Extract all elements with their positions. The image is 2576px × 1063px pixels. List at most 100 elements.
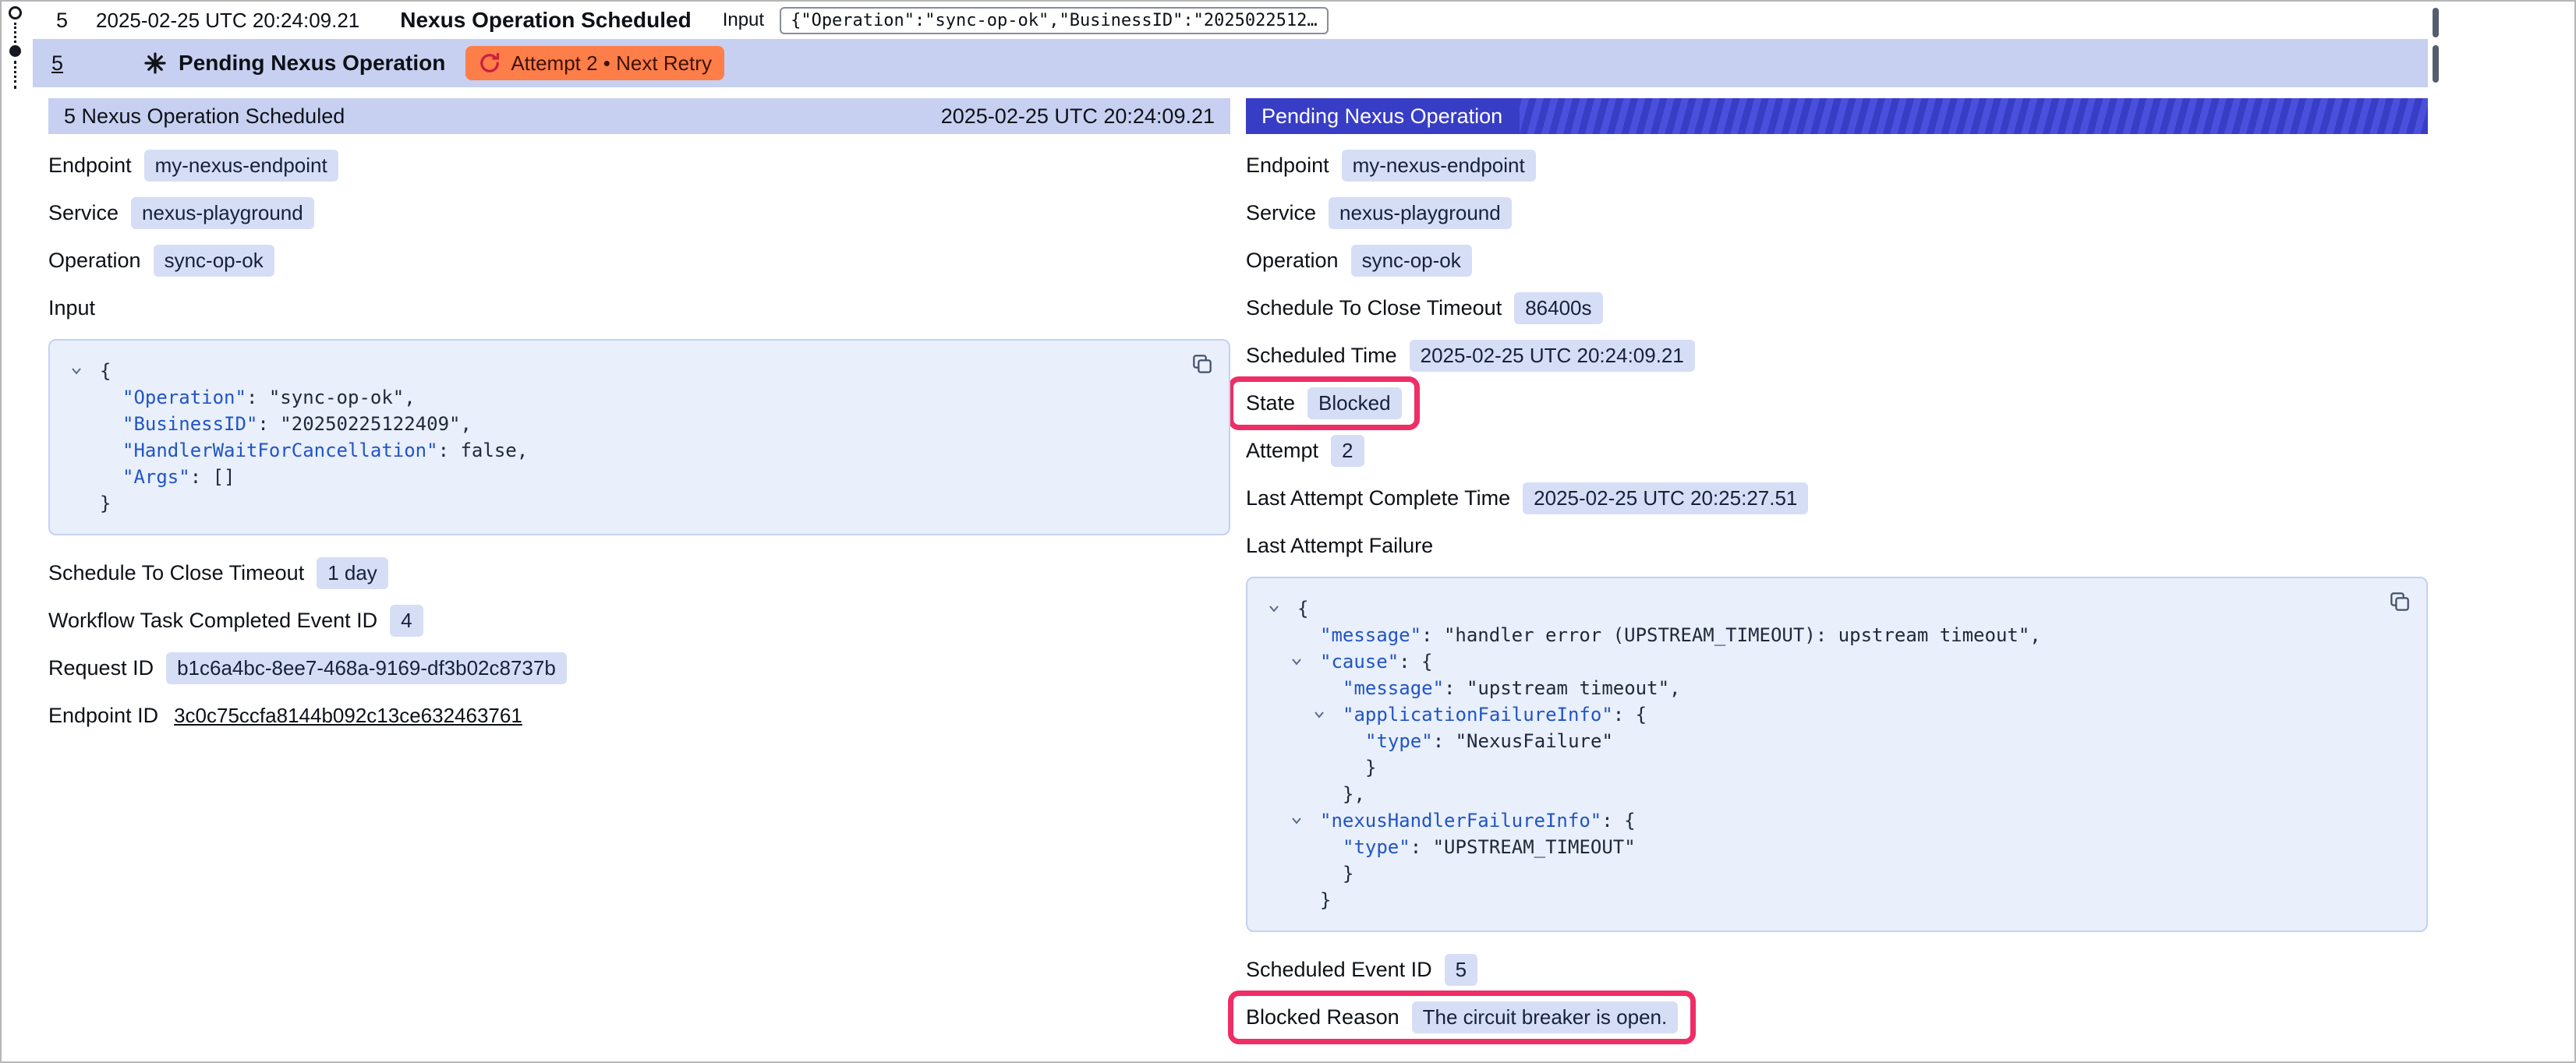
field-label: State <box>1246 391 1295 415</box>
json-line: } <box>64 490 1210 517</box>
json-line-text: } <box>100 493 111 514</box>
field-label: Blocked Reason <box>1246 1005 1399 1029</box>
field-value-badge: my-nexus-endpoint <box>144 150 338 182</box>
scheduled-panel-timestamp: 2025-02-25 UTC 20:24:09.21 <box>941 104 1215 129</box>
field-value-badge: sync-op-ok <box>154 245 274 277</box>
field-label: Endpoint <box>48 154 132 178</box>
json-line-text: "HandlerWaitForCancellation": false, <box>122 440 528 461</box>
field-label: Schedule To Close Timeout <box>1246 296 1502 320</box>
field-value-badge: 2025-02-25 UTC 20:25:27.51 <box>1523 482 1808 514</box>
json-line-text: "applicationFailureInfo": { <box>1343 704 1647 726</box>
collapse-chevron-icon[interactable] <box>69 363 84 379</box>
pending-panel-title: Pending Nexus Operation <box>1246 98 1520 134</box>
field-row: Endpoint my-nexus-endpoint <box>1246 150 2428 182</box>
field-row-blocked-reason: Blocked Reason The circuit breaker is op… <box>1246 1001 2428 1033</box>
json-line: "cause": { <box>1261 648 2408 675</box>
failure-section-label-row: Last Attempt Failure <box>1246 530 2428 561</box>
event-name: Nexus Operation Scheduled <box>400 8 691 33</box>
field-label: Attempt <box>1246 439 1318 463</box>
json-line-text: } <box>1320 889 1331 911</box>
json-line-text: }, <box>1343 783 1365 805</box>
field-value-badge: 4 <box>390 605 423 637</box>
timeline-event-node-icon[interactable] <box>9 45 21 57</box>
field-value-badge: nexus-playground <box>131 197 314 229</box>
event-detail-panels: 5 Nexus Operation Scheduled 2025-02-25 U… <box>48 98 2428 1049</box>
input-json-viewer: {"Operation": "sync-op-ok","BusinessID":… <box>48 339 1230 535</box>
field-row: Operation sync-op-ok <box>1246 245 2428 277</box>
json-line: "nexusHandlerFailureInfo": { <box>1261 807 2408 834</box>
json-line-text: "BusinessID": "20250225122409", <box>122 413 472 435</box>
field-label: Service <box>1246 201 1316 225</box>
timeline-start-node-icon[interactable] <box>9 6 22 19</box>
json-line: { <box>1261 595 2408 622</box>
json-line: "Args": [] <box>64 464 1210 490</box>
json-line-text: "cause": { <box>1320 651 1433 673</box>
input-label: Input <box>723 9 764 31</box>
field-row: Request ID b1c6a4bc-8ee7-468a-9169-df3b0… <box>48 652 1230 684</box>
field-label: Request ID <box>48 656 154 680</box>
json-line-text: { <box>1297 598 1308 620</box>
blocked-reason-badge: The circuit breaker is open. <box>1412 1001 1679 1033</box>
timeline-connector <box>14 61 16 89</box>
collapse-chevron-icon[interactable] <box>1311 707 1327 722</box>
scheduled-panel: 5 Nexus Operation Scheduled 2025-02-25 U… <box>48 98 1230 747</box>
field-row: Service nexus-playground <box>1246 197 2428 229</box>
event-row-scheduled[interactable]: 5 2025-02-25 UTC 20:24:09.21 Nexus Opera… <box>33 2 2574 39</box>
nexus-asterisk-icon <box>143 51 168 76</box>
field-value-badge: sync-op-ok <box>1351 245 1472 277</box>
json-line-text: "nexusHandlerFailureInfo": { <box>1320 810 1636 832</box>
input-preview-chip[interactable]: {"Operation":"sync-op-ok","BusinessID":"… <box>780 7 1329 34</box>
blocked-reason-highlight-annotation: Blocked Reason The circuit breaker is op… <box>1228 991 1696 1044</box>
field-row: Endpoint my-nexus-endpoint <box>48 150 1230 182</box>
json-line-text: { <box>100 360 111 382</box>
field-row: Schedule To Close Timeout 86400s <box>1246 292 2428 324</box>
field-value-badge: 2025-02-25 UTC 20:24:09.21 <box>1410 340 1695 372</box>
state-badge: Blocked <box>1307 387 1402 419</box>
field-row-endpoint-id: Endpoint ID 3c0c75ccfa8144b092c13ce63246… <box>48 700 1230 731</box>
retry-icon <box>478 51 501 75</box>
failure-json-viewer: { "message": "handler error (UPSTREAM_TIM… <box>1246 577 2428 932</box>
json-line: } <box>1261 860 2408 887</box>
field-value-badge: my-nexus-endpoint <box>1342 150 1536 182</box>
scheduled-panel-title: 5 Nexus Operation Scheduled <box>64 104 345 129</box>
field-label: Schedule To Close Timeout <box>48 561 304 585</box>
event-timestamp: 2025-02-25 UTC 20:24:09.21 <box>96 9 359 33</box>
json-line: "type": "NexusFailure" <box>1261 728 2408 754</box>
timeline-connector <box>14 23 16 43</box>
pending-event-name: Pending Nexus Operation <box>179 51 445 76</box>
json-line: "message": "handler error (UPSTREAM_TIME… <box>1261 622 2408 648</box>
field-row: Attempt 2 <box>1246 435 2428 467</box>
input-section-label-row: Input <box>48 292 1230 323</box>
collapse-chevron-icon[interactable] <box>1266 601 1282 616</box>
endpoint-id-link[interactable]: 3c0c75ccfa8144b092c13ce632463761 <box>174 704 522 728</box>
field-value-badge: b1c6a4bc-8ee7-468a-9169-df3b02c8737b <box>166 652 567 684</box>
field-label: Operation <box>1246 249 1339 273</box>
json-line-text: "type": "UPSTREAM_TIMEOUT" <box>1343 836 1636 858</box>
event-row-pending[interactable]: 5 Pending Nexus Operation Attempt 2 • Ne… <box>33 39 2428 87</box>
field-label: Last Attempt Failure <box>1246 534 1433 558</box>
field-row: Service nexus-playground <box>48 197 1230 229</box>
scrollbar-thumb[interactable] <box>2433 8 2439 37</box>
json-line: "type": "UPSTREAM_TIMEOUT" <box>1261 834 2408 860</box>
json-line-text: "message": "handler error (UPSTREAM_TIME… <box>1320 624 2041 646</box>
event-id-link[interactable]: 5 <box>51 51 63 76</box>
field-value-badge: 2 <box>1331 435 1364 467</box>
scrollbar-thumb[interactable] <box>2433 45 2439 83</box>
field-label: Workflow Task Completed Event ID <box>48 609 377 633</box>
field-row: Workflow Task Completed Event ID 4 <box>48 605 1230 637</box>
field-row: Scheduled Event ID 5 <box>1246 954 2428 986</box>
json-line: "applicationFailureInfo": { <box>1261 701 2408 728</box>
collapse-chevron-icon[interactable] <box>1289 654 1304 669</box>
field-label: Endpoint ID <box>48 704 158 728</box>
field-value-badge: 5 <box>1445 954 1477 986</box>
pending-panel: Pending Nexus Operation Endpoint my-nexu… <box>1246 98 2428 1049</box>
attempt-retry-label: Attempt 2 • Next Retry <box>511 51 712 76</box>
field-value-badge: 86400s <box>1514 292 1602 324</box>
pending-panel-header: Pending Nexus Operation <box>1246 98 2428 134</box>
collapse-chevron-icon[interactable] <box>1289 813 1304 828</box>
state-highlight-annotation: State Blocked <box>1228 376 1420 430</box>
event-graph-column <box>2 2 33 126</box>
field-label: Scheduled Time <box>1246 344 1397 368</box>
attempt-retry-badge[interactable]: Attempt 2 • Next Retry <box>465 46 724 80</box>
json-line-text: "type": "NexusFailure" <box>1365 730 1613 752</box>
